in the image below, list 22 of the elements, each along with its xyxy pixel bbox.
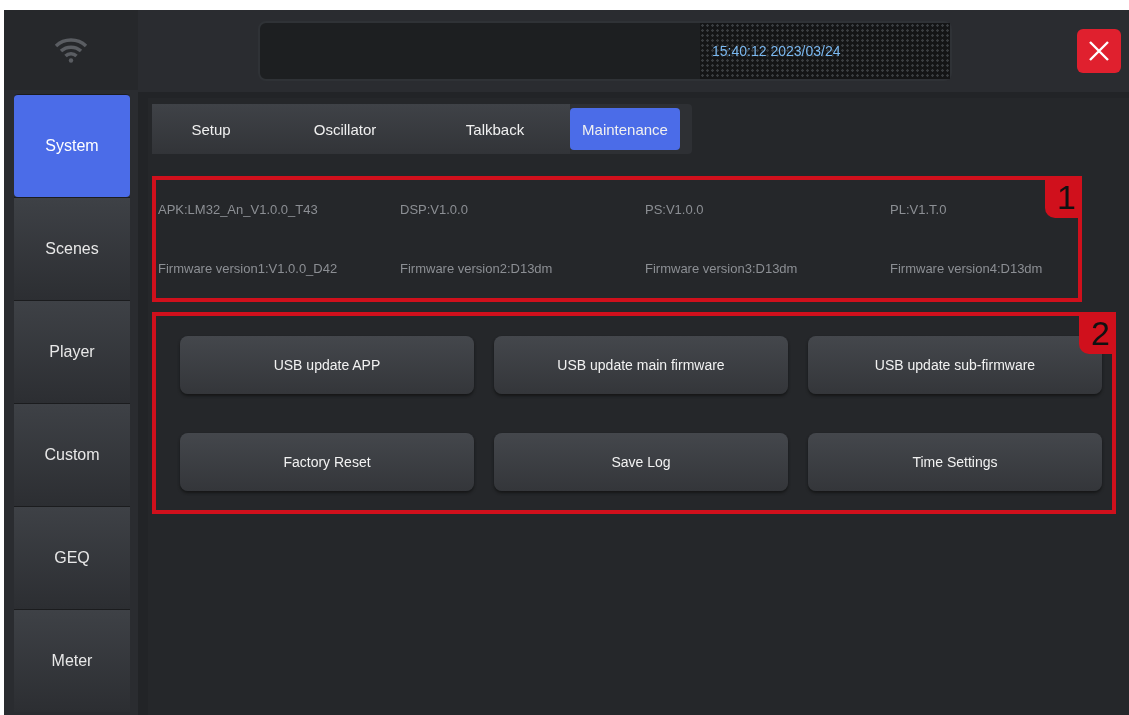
tab[interactable]: Setup (152, 104, 270, 154)
version-text: Firmware version3:D13dm (645, 261, 799, 276)
tab[interactable]: Maintenance (570, 108, 680, 150)
action-button[interactable]: Factory Reset (180, 432, 474, 491)
close-icon (1088, 40, 1110, 62)
action-button[interactable]: Time Settings (808, 432, 1102, 491)
close-button[interactable] (1077, 29, 1121, 73)
version-text: APK:LM32_An_V1.0.0_T43 (158, 202, 319, 217)
sidebar-item[interactable]: System (14, 94, 130, 197)
tab[interactable]: Oscillator (270, 104, 420, 154)
version-text: Firmware version4:D13dm (890, 261, 1043, 276)
version-text: PL:V1.T.0 (890, 202, 947, 217)
action-button[interactable]: USB update APP (180, 335, 474, 394)
action-button[interactable]: Save Log (494, 432, 788, 491)
version-text: Firmware version1:V1.0.0_D42 (158, 261, 339, 276)
version-text: DSP:V1.0.0 (400, 202, 469, 217)
action-button[interactable]: USB update main firmware (494, 335, 788, 394)
version-text: Firmware version2:D13dm (400, 261, 554, 276)
tab[interactable]: Talkback (420, 104, 570, 154)
version-text: PS:V1.0.0 (645, 202, 705, 217)
clock-text: 15:40:12 2023/03/24 (712, 43, 841, 59)
wifi-icon (54, 37, 88, 63)
